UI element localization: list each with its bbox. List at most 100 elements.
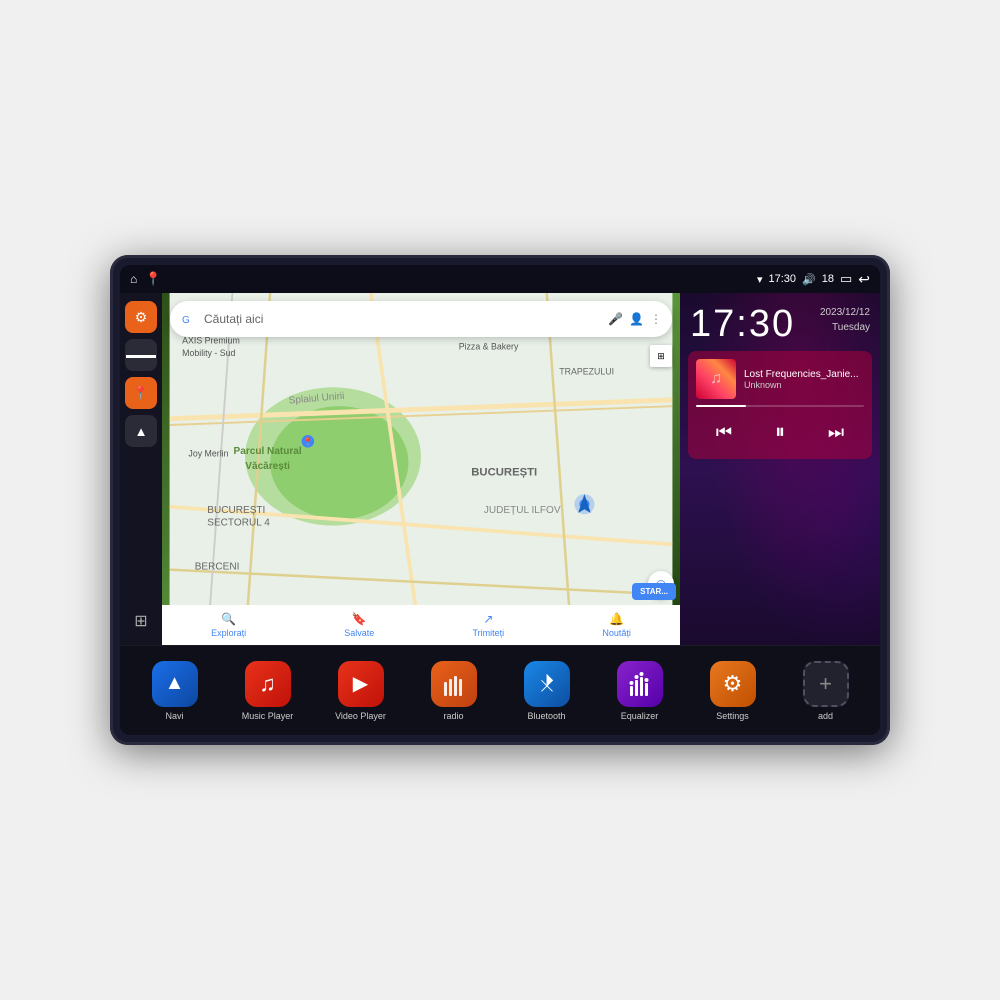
maps-search-icons: 🎤 👤 ⋮ <box>608 312 662 326</box>
radio-label: radio <box>443 711 463 721</box>
music-section: ♫ Lost Frequencies_Janie... Unknown <box>680 351 880 645</box>
sidebar-item-maps[interactable]: 📍 <box>125 377 157 409</box>
settings-icon: ⚙ <box>135 309 148 326</box>
status-time: 17:30 <box>768 273 796 285</box>
music-progress-bar[interactable] <box>696 405 864 407</box>
music-player-label: Music Player <box>242 711 294 721</box>
music-player-icon-box: ♫ <box>245 661 291 707</box>
wifi-icon: ▾ <box>757 273 763 286</box>
sidebar-grid-button[interactable]: ⊞ <box>125 605 157 637</box>
right-panel: 17:30 2023/12/12 Tuesday ♫ <box>680 293 880 645</box>
equalizer-bars-icon <box>628 672 652 696</box>
bluetooth-icon <box>536 673 558 695</box>
battery-icon: ▭ <box>840 271 852 287</box>
sidebar-item-files[interactable]: ▬▬▬ <box>125 339 157 371</box>
back-icon[interactable]: ↩ <box>858 271 870 288</box>
prev-track-button[interactable]: ⏮ <box>709 417 739 447</box>
pause-button[interactable]: ⏸ <box>765 417 795 447</box>
maps-share-tab[interactable]: ↗ Trimiteți <box>473 612 505 638</box>
start-navigation-button[interactable]: STAR... <box>632 583 676 600</box>
share-icon: ↗ <box>483 612 493 626</box>
song-artist: Unknown <box>744 380 864 390</box>
music-controls: ⏮ ⏸ ⏭ <box>696 413 864 451</box>
radio-waves-icon <box>442 672 466 696</box>
music-player-icon: ♫ <box>259 671 276 697</box>
home-icon[interactable]: ⌂ <box>130 272 137 286</box>
date-display: 2023/12/12 Tuesday <box>820 305 870 335</box>
maps-search-bar[interactable]: G Căutați aici 🎤 👤 ⋮ <box>170 301 672 337</box>
updates-label: Noutăți <box>602 628 631 638</box>
settings-icon-box: ⚙ <box>710 661 756 707</box>
center-area: Splaiul Unirii Parcul Natural Văcărești … <box>162 293 680 645</box>
add-icon-box: + <box>803 661 849 707</box>
account-icon[interactable]: 👤 <box>629 312 644 326</box>
bottom-app-bar: ▲ Navi ♫ Music Player ▶ Video Player <box>120 645 880 735</box>
left-sidebar: ⚙ ▬▬▬ 📍 ▲ ⊞ <box>120 293 162 645</box>
music-note-icon: ♫ <box>710 370 722 388</box>
music-info-row: ♫ Lost Frequencies_Janie... Unknown <box>696 359 864 399</box>
maps-explore-tab[interactable]: 🔍 Explorați <box>211 612 246 638</box>
radio-icon-box <box>431 661 477 707</box>
app-music-player[interactable]: ♫ Music Player <box>221 655 314 727</box>
share-label: Trimiteți <box>473 628 505 638</box>
app-add[interactable]: + add <box>779 655 872 727</box>
music-card: ♫ Lost Frequencies_Janie... Unknown <box>688 351 872 459</box>
app-navi[interactable]: ▲ Navi <box>128 655 221 727</box>
explore-label: Explorați <box>211 628 246 638</box>
day-value: Tuesday <box>820 320 870 335</box>
battery-level: 18 <box>822 273 834 285</box>
app-settings[interactable]: ⚙ Settings <box>686 655 779 727</box>
main-content: ⚙ ▬▬▬ 📍 ▲ ⊞ <box>120 293 880 645</box>
settings-label: Settings <box>716 711 749 721</box>
music-progress-fill <box>696 405 746 407</box>
maps-overlay: G Căutați aici 🎤 👤 ⋮ ⊞ <box>162 293 680 645</box>
album-art: ♫ <box>696 359 736 399</box>
screen: ⌂ 📍 ▾ 17:30 🔊 18 ▭ ↩ ⚙ ▬▬▬ <box>120 265 880 735</box>
music-text: Lost Frequencies_Janie... Unknown <box>744 369 864 390</box>
map-container[interactable]: Splaiul Unirii Parcul Natural Văcărești … <box>162 293 680 645</box>
sidebar-item-settings[interactable]: ⚙ <box>125 301 157 333</box>
status-left-icons: ⌂ 📍 <box>130 271 161 287</box>
svg-text:G: G <box>182 315 190 326</box>
more-icon[interactable]: ⋮ <box>650 312 662 326</box>
grid-icon: ⊞ <box>134 611 147 631</box>
maps-search-placeholder: Căutați aici <box>204 312 602 326</box>
volume-icon: 🔊 <box>802 273 816 286</box>
status-bar: ⌂ 📍 ▾ 17:30 🔊 18 ▭ ↩ <box>120 265 880 293</box>
saved-label: Salvate <box>344 628 374 638</box>
settings-gear-icon: ⚙ <box>723 671 743 697</box>
layers-icon: ⊞ <box>657 351 665 362</box>
app-equalizer[interactable]: Equalizer <box>593 655 686 727</box>
navi-icon: ▲ <box>165 672 185 695</box>
maps-bottom-bar: 🔍 Explorați 🔖 Salvate ↗ Trimiteți <box>162 605 680 645</box>
sidebar-item-navigation[interactable]: ▲ <box>125 415 157 447</box>
time-section: 17:30 2023/12/12 Tuesday <box>680 293 880 351</box>
video-player-label: Video Player <box>335 711 386 721</box>
equalizer-icon-box <box>617 661 663 707</box>
app-radio[interactable]: radio <box>407 655 500 727</box>
maps-updates-tab[interactable]: 🔔 Noutăți <box>602 612 631 638</box>
app-video-player[interactable]: ▶ Video Player <box>314 655 407 727</box>
navigation-icon: ▲ <box>135 424 148 439</box>
clock-display: 17:30 <box>690 305 795 343</box>
map-layers-button[interactable]: ⊞ <box>650 345 672 367</box>
plus-icon: + <box>819 671 832 697</box>
maps-status-icon[interactable]: 📍 <box>145 271 161 287</box>
album-art-inner: ♫ <box>696 359 736 399</box>
equalizer-label: Equalizer <box>621 711 659 721</box>
google-maps-logo: G <box>180 310 198 328</box>
maps-saved-tab[interactable]: 🔖 Salvate <box>344 612 374 638</box>
microphone-icon[interactable]: 🎤 <box>608 312 623 326</box>
bluetooth-icon-box <box>524 661 570 707</box>
bell-icon: 🔔 <box>609 612 624 626</box>
location-pin-icon: 📍 <box>133 385 149 401</box>
files-icon: ▬▬▬ <box>126 350 156 361</box>
add-label: add <box>818 711 833 721</box>
video-player-icon-box: ▶ <box>338 661 384 707</box>
navi-label: Navi <box>165 711 183 721</box>
app-bluetooth[interactable]: Bluetooth <box>500 655 593 727</box>
next-track-button[interactable]: ⏭ <box>821 417 851 447</box>
bookmark-icon: 🔖 <box>352 612 367 626</box>
navi-icon-box: ▲ <box>152 661 198 707</box>
explore-icon: 🔍 <box>221 612 236 626</box>
